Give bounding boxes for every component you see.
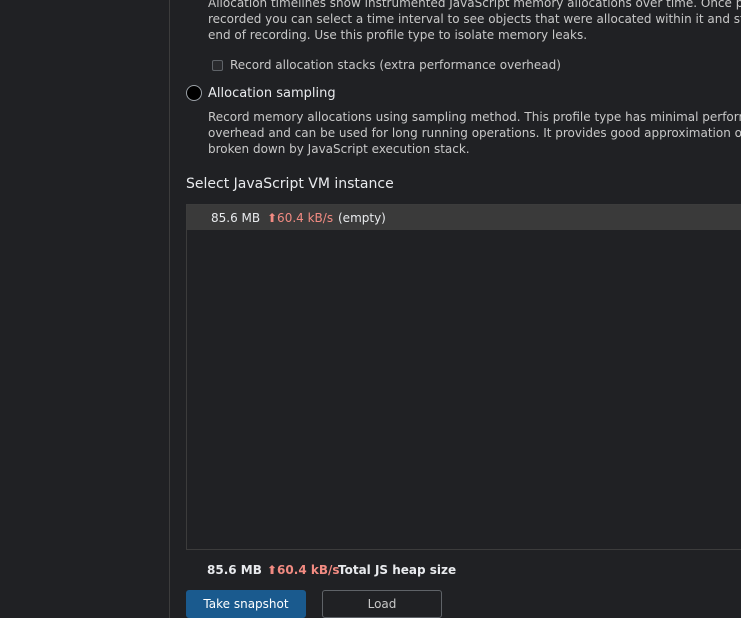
- vm-section-title: Select JavaScript VM instance: [186, 176, 394, 192]
- profiles-sidebar: [0, 0, 170, 618]
- description-line: Allocation timelines show instrumented J…: [208, 0, 741, 10]
- allocation-timeline-description: Allocation timelines show instrumented J…: [208, 0, 741, 43]
- allocation-sampling-label[interactable]: Allocation sampling: [208, 86, 336, 101]
- profile-type-selector: Allocation timelines show instrumented J…: [170, 0, 741, 618]
- total-heap-size-value: 85.6 MB: [207, 563, 262, 577]
- vm-instance-rate: ⬆60.4 kB/s: [267, 210, 334, 225]
- vm-instance-name: (empty): [338, 210, 386, 225]
- record-allocation-stacks-checkbox[interactable]: [212, 59, 223, 71]
- take-snapshot-button[interactable]: Take snapshot: [186, 590, 306, 618]
- description-line: end of recording. Use this profile type …: [208, 28, 588, 42]
- vm-instance-row[interactable]: 85.6 MB ⬆60.4 kB/s (empty): [187, 205, 741, 230]
- total-heap-rate-value: ⬆60.4 kB/s: [267, 563, 340, 577]
- record-allocation-stacks-label[interactable]: Record allocation stacks (extra performa…: [230, 58, 561, 72]
- description-line: Record memory allocations using sampling…: [208, 110, 741, 124]
- description-line: broken down by JavaScript execution stac…: [208, 142, 470, 156]
- load-button[interactable]: Load: [322, 590, 442, 618]
- record-allocation-stacks-option[interactable]: Record allocation stacks (extra performa…: [212, 57, 561, 73]
- description-line: overhead and can be used for long runnin…: [208, 126, 741, 140]
- allocation-sampling-option[interactable]: Allocation sampling: [186, 85, 336, 101]
- memory-profiler-panel: Allocation timelines show instrumented J…: [0, 0, 741, 618]
- allocation-sampling-description: Record memory allocations using sampling…: [208, 109, 741, 157]
- description-line: recorded you can select a time interval …: [208, 12, 741, 26]
- total-heap-size-label: Total JS heap size: [338, 563, 457, 577]
- allocation-sampling-radio[interactable]: [186, 85, 202, 101]
- vm-instance-size: 85.6 MB: [211, 210, 261, 225]
- vm-instance-list[interactable]: 85.6 MB ⬆60.4 kB/s (empty): [186, 204, 741, 550]
